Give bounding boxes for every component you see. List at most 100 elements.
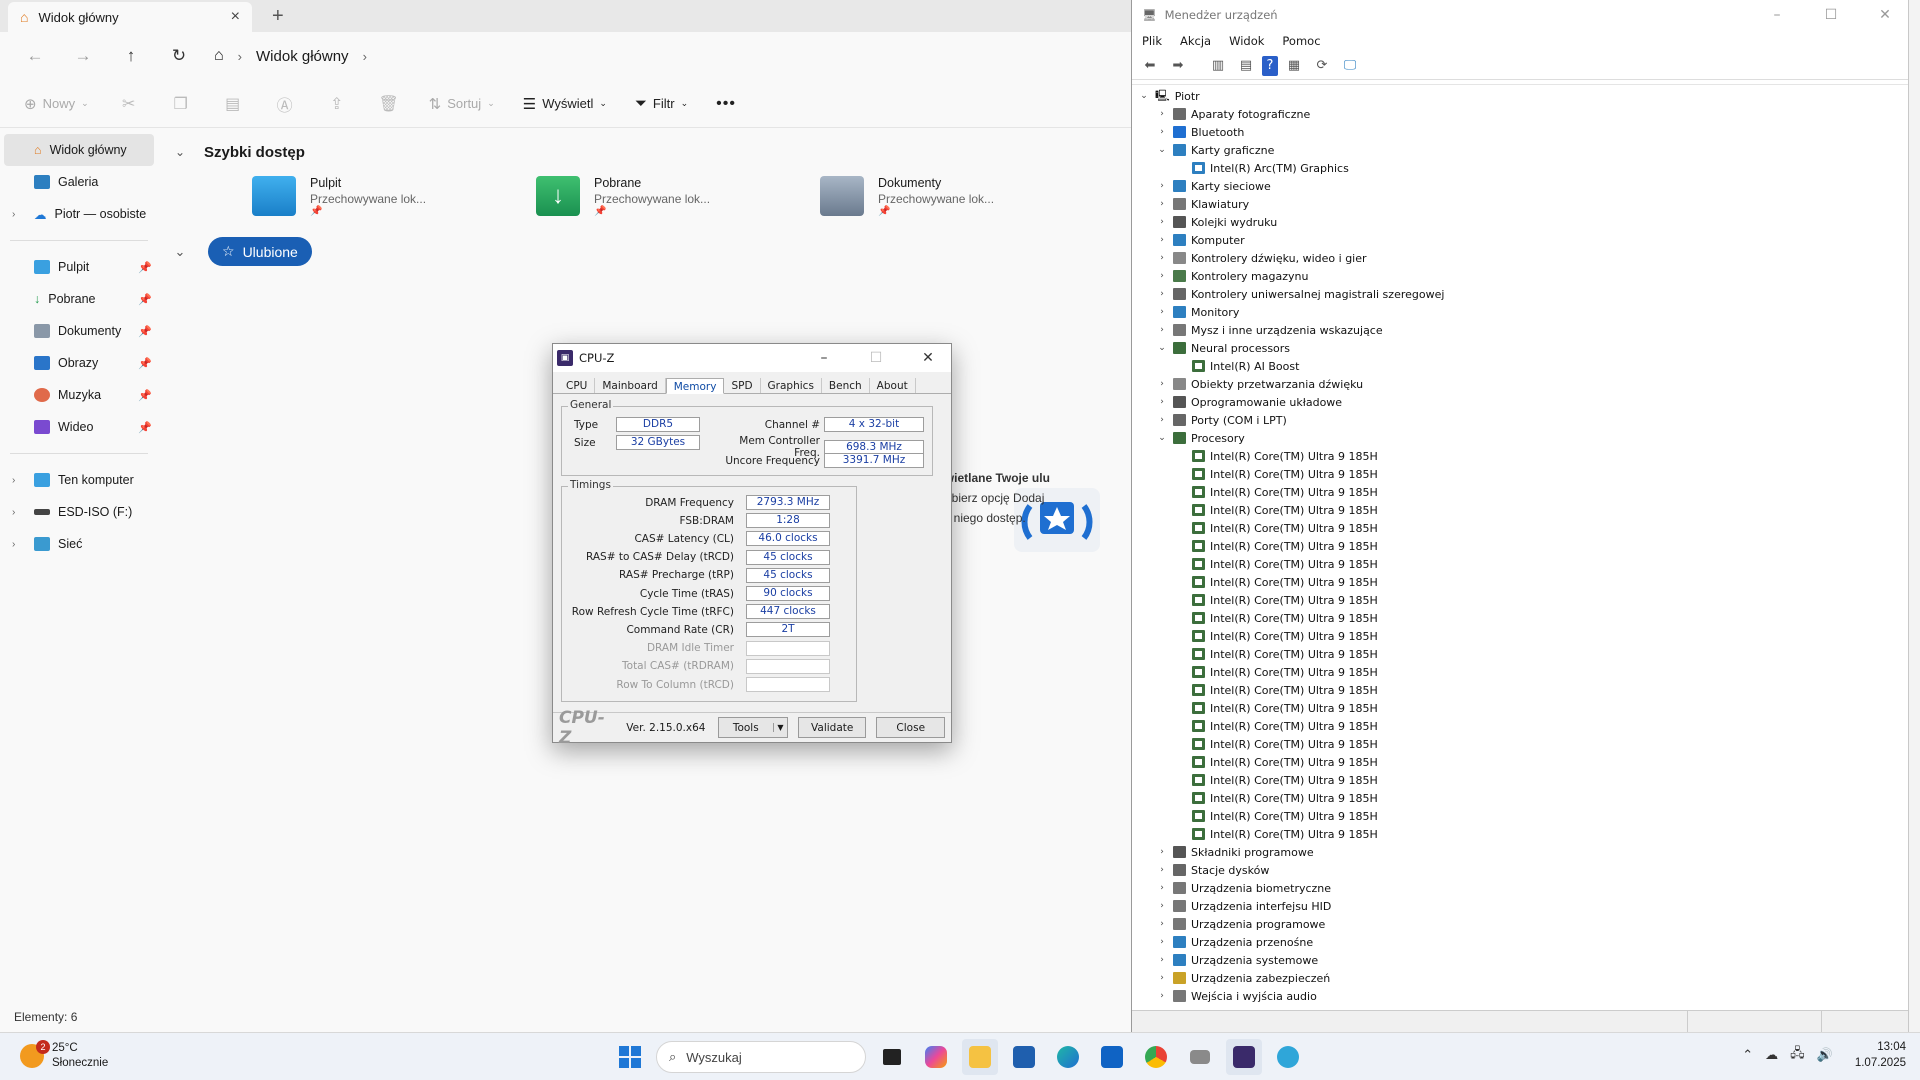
task-view-icon[interactable]: [874, 1039, 910, 1075]
menu-view[interactable]: Widok: [1229, 34, 1264, 48]
breadcrumb-item[interactable]: Widok główny: [256, 48, 349, 65]
view-icon[interactable]: ▦: [1282, 56, 1306, 76]
onedrive-icon[interactable]: ☁: [1765, 1047, 1778, 1063]
quick-item-desktop[interactable]: Pulpit Przechowywane lok... 📌: [252, 176, 448, 217]
sort-button[interactable]: ⇅ Sortuj ⌄: [421, 91, 503, 117]
device-category[interactable]: › Urządzenia interfejsu HID: [1156, 897, 1331, 915]
device-item[interactable]: Intel(R) Core(TM) Ultra 9 185H: [1192, 573, 1378, 591]
device-category[interactable]: › Bluetooth: [1156, 123, 1244, 141]
device-item[interactable]: Intel(R) Core(TM) Ultra 9 185H: [1192, 591, 1378, 609]
start-button[interactable]: [612, 1039, 648, 1075]
chevron-right-icon[interactable]: ›: [12, 539, 15, 550]
sidebar-item-onedrive[interactable]: › ☁ Piotr — osobiste: [0, 198, 158, 230]
device-category[interactable]: › Oprogramowanie układowe: [1156, 393, 1342, 411]
device-category[interactable]: › Stacje dysków: [1156, 861, 1269, 879]
more-options-button[interactable]: •••: [708, 91, 744, 117]
tab-about[interactable]: About: [870, 378, 916, 393]
chevron-up-icon[interactable]: ⌃: [1742, 1047, 1753, 1063]
back-icon[interactable]: ⬅: [1138, 56, 1162, 76]
menu-file[interactable]: Plik: [1142, 34, 1162, 48]
chevron-right-icon[interactable]: ›: [1156, 415, 1168, 425]
device-category[interactable]: › Porty (COM i LPT): [1156, 411, 1287, 429]
chevron-right-icon[interactable]: ›: [1156, 109, 1168, 119]
chrome-icon[interactable]: [1138, 1039, 1174, 1075]
sidebar-item-this-pc[interactable]: › Ten komputer: [0, 464, 158, 496]
device-category[interactable]: › Kontrolery uniwersalnej magistrali szer…: [1156, 285, 1444, 303]
device-item[interactable]: Intel(R) Core(TM) Ultra 9 185H: [1192, 645, 1378, 663]
chevron-right-icon[interactable]: ›: [1156, 955, 1168, 965]
device-category[interactable]: › Kontrolery magazynu: [1156, 267, 1308, 285]
sidebar-item-downloads[interactable]: ↓ Pobrane 📌: [0, 283, 158, 315]
weather-widget[interactable]: 2 25°C Słonecznie: [20, 1040, 108, 1071]
view-button[interactable]: ☰ Wyświetl ⌄: [515, 91, 615, 117]
device-category[interactable]: › Urządzenia biometryczne: [1156, 879, 1331, 897]
chevron-down-icon[interactable]: ⌄: [1156, 343, 1168, 353]
favorites-button[interactable]: ☆ Ulubione: [208, 237, 312, 266]
chevron-right-icon[interactable]: ›: [12, 475, 15, 486]
chevron-right-icon[interactable]: ›: [1156, 253, 1168, 263]
monitor-icon[interactable]: 🖵: [1338, 56, 1362, 76]
menu-help[interactable]: Pomoc: [1282, 34, 1320, 48]
tab-graphics[interactable]: Graphics: [761, 378, 822, 393]
close-button[interactable]: Close: [876, 717, 945, 738]
forward-icon[interactable]: →: [62, 46, 104, 66]
outlook-icon[interactable]: [1094, 1039, 1130, 1075]
chevron-right-icon[interactable]: ›: [363, 49, 367, 64]
device-item[interactable]: Intel(R) Core(TM) Ultra 9 185H: [1192, 825, 1378, 843]
chevron-right-icon[interactable]: ›: [1156, 919, 1168, 929]
chevron-right-icon[interactable]: ›: [12, 507, 15, 518]
device-item[interactable]: Intel(R) Core(TM) Ultra 9 185H: [1192, 681, 1378, 699]
chevron-right-icon[interactable]: ›: [1156, 847, 1168, 857]
properties-icon[interactable]: ▤: [1234, 56, 1258, 76]
help-icon[interactable]: ?: [1262, 55, 1278, 76]
paste-icon[interactable]: ▤: [213, 94, 253, 114]
chevron-down-icon[interactable]: ⌄: [172, 145, 188, 159]
device-category[interactable]: › Wejścia i wyjścia audio: [1156, 987, 1317, 1005]
device-item[interactable]: Intel(R) Core(TM) Ultra 9 185H: [1192, 735, 1378, 753]
up-icon[interactable]: ↑: [110, 46, 152, 66]
chevron-right-icon[interactable]: ›: [1156, 307, 1168, 317]
taskbar-search-box[interactable]: ⌕ Wyszukaj: [656, 1041, 866, 1073]
chevron-right-icon[interactable]: ›: [1156, 325, 1168, 335]
device-category[interactable]: ⌄ Karty graficzne: [1156, 141, 1274, 159]
sidebar-item-usb-drive[interactable]: › ESD-ISO (F:): [0, 496, 158, 528]
device-item[interactable]: Intel(R) Core(TM) Ultra 9 185H: [1192, 789, 1378, 807]
cut-icon[interactable]: ✂: [109, 94, 149, 114]
device-category[interactable]: › Kolejki wydruku: [1156, 213, 1277, 231]
new-tab-button[interactable]: +: [272, 5, 284, 28]
chevron-down-icon[interactable]: ⌄: [1156, 433, 1168, 443]
chevron-right-icon[interactable]: ›: [1156, 865, 1168, 875]
device-item[interactable]: Intel(R) Core(TM) Ultra 9 185H: [1192, 807, 1378, 825]
maximize-icon[interactable]: ☐: [1808, 7, 1854, 23]
device-item[interactable]: Intel(R) Core(TM) Ultra 9 185H: [1192, 771, 1378, 789]
device-manager-taskbar-icon[interactable]: [1182, 1039, 1218, 1075]
tree-root[interactable]: ⌄ 🖳 Piotr: [1138, 87, 1199, 105]
quick-item-documents[interactable]: Dokumenty Przechowywane lok... 📌: [820, 176, 1016, 217]
device-item[interactable]: Intel(R) Core(TM) Ultra 9 185H: [1192, 627, 1378, 645]
device-item[interactable]: Intel(R) Core(TM) Ultra 9 185H: [1192, 555, 1378, 573]
device-category[interactable]: › Komputer: [1156, 231, 1244, 249]
edge-icon[interactable]: [1050, 1039, 1086, 1075]
tab-spd[interactable]: SPD: [724, 378, 761, 393]
menu-action[interactable]: Akcja: [1180, 34, 1211, 48]
device-category[interactable]: › Mysz i inne urządzenia wskazujące: [1156, 321, 1382, 339]
device-category[interactable]: › Urządzenia zabezpieczeń: [1156, 969, 1330, 987]
sidebar-item-gallery[interactable]: Galeria: [0, 166, 158, 198]
device-item[interactable]: Intel(R) Core(TM) Ultra 9 185H: [1192, 483, 1378, 501]
chevron-right-icon[interactable]: ›: [12, 209, 15, 220]
sidebar-item-desktop[interactable]: Pulpit 📌: [0, 251, 158, 283]
delete-icon[interactable]: 🗑: [369, 94, 409, 114]
close-icon[interactable]: ✕: [905, 350, 951, 366]
device-item[interactable]: Intel(R) Core(TM) Ultra 9 185H: [1192, 537, 1378, 555]
device-category[interactable]: › Urządzenia systemowe: [1156, 951, 1318, 969]
show-hide-console-tree-icon[interactable]: ▥: [1206, 56, 1230, 76]
device-category[interactable]: › Urządzenia przenośne: [1156, 933, 1313, 951]
new-button[interactable]: ⊕ Nowy ⌄: [16, 91, 97, 117]
chevron-down-icon[interactable]: ⌄: [172, 244, 188, 260]
sidebar-item-videos[interactable]: Wideo 📌: [0, 411, 158, 443]
close-icon[interactable]: ✕: [1862, 7, 1908, 23]
copy-icon[interactable]: ❐: [161, 94, 201, 114]
device-item[interactable]: Intel(R) Core(TM) Ultra 9 185H: [1192, 717, 1378, 735]
explorer-tab[interactable]: ⌂ Widok główny ×: [8, 2, 252, 32]
chevron-right-icon[interactable]: ›: [1156, 217, 1168, 227]
